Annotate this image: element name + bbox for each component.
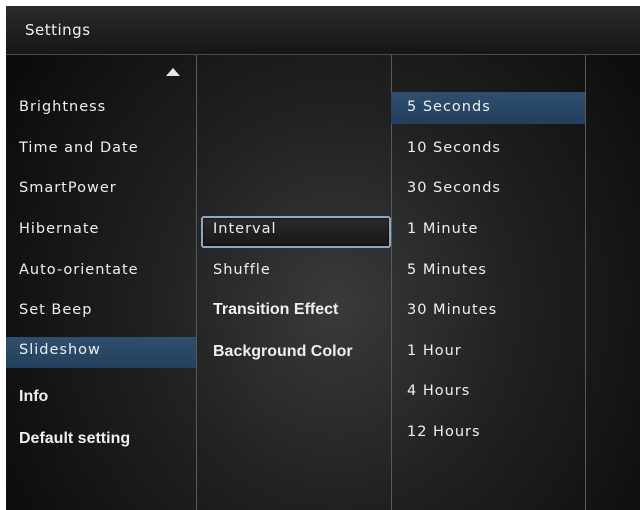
menu-item-set-beep[interactable]: Set Beep (19, 302, 92, 318)
settings-screen: Settings Brightness Time and Date SmartP… (6, 6, 640, 510)
option-1-minute[interactable]: 1 Minute (407, 221, 478, 237)
title-bar: Settings (6, 6, 640, 55)
option-12-hours[interactable]: 12 Hours (407, 424, 481, 440)
option-30-minutes[interactable]: 30 Minutes (407, 302, 497, 318)
menu-item-info[interactable]: Info (19, 388, 48, 406)
menu-item-slideshow[interactable]: Slideshow (19, 342, 101, 358)
menu-item-auto-orientate[interactable]: Auto-orientate (19, 262, 139, 278)
option-30-seconds[interactable]: 30 Seconds (407, 180, 501, 196)
menu-item-smartpower[interactable]: SmartPower (19, 180, 117, 196)
option-4-hours[interactable]: 4 Hours (407, 383, 470, 399)
submenu-item-interval[interactable]: Interval (213, 221, 277, 237)
submenu-item-transition-effect[interactable]: Transition Effect (213, 301, 338, 319)
menu-item-time-and-date[interactable]: Time and Date (19, 140, 139, 156)
menu-item-brightness[interactable]: Brightness (19, 99, 106, 115)
option-5-minutes[interactable]: 5 Minutes (407, 262, 487, 278)
menu-item-hibernate[interactable]: Hibernate (19, 221, 99, 237)
scroll-up-icon[interactable] (166, 68, 180, 76)
option-10-seconds[interactable]: 10 Seconds (407, 140, 501, 156)
column-divider (196, 55, 197, 510)
option-5-seconds[interactable]: 5 Seconds (407, 99, 491, 115)
menu-item-default-setting[interactable]: Default setting (19, 430, 130, 448)
page-title: Settings (25, 21, 91, 39)
column-divider (585, 55, 586, 510)
submenu-item-background-color[interactable]: Background Color (213, 343, 353, 361)
option-1-hour[interactable]: 1 Hour (407, 343, 462, 359)
submenu-item-shuffle[interactable]: Shuffle (213, 262, 271, 278)
